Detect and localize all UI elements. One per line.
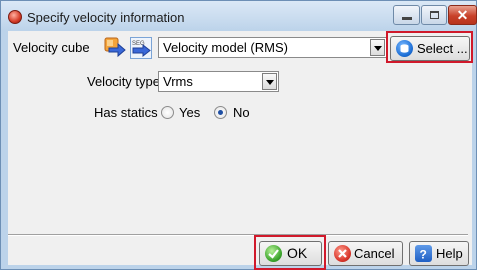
minimize-icon: [402, 17, 412, 20]
velocity-type-select[interactable]: Vrms: [158, 71, 279, 92]
velocity-cube-select[interactable]: Velocity model (RMS): [158, 37, 387, 58]
close-icon: ✕: [456, 7, 469, 23]
help-icon: ?: [415, 245, 432, 262]
title-bar[interactable]: Specify velocity information ✕: [1, 1, 477, 31]
statics-no-label[interactable]: No: [233, 105, 250, 120]
velocity-type-label: Velocity type: [87, 74, 160, 89]
select-highlight: [386, 31, 473, 63]
help-button[interactable]: ? Help: [409, 241, 469, 266]
statics-yes-radio[interactable]: [161, 106, 174, 119]
segy-icon: SEG: [132, 41, 151, 58]
velocity-cube-label: Velocity cube: [13, 40, 90, 55]
cancel-icon: [334, 245, 351, 262]
cancel-button[interactable]: Cancel: [328, 241, 403, 266]
help-button-label: Help: [436, 246, 463, 261]
segy-import-button[interactable]: SEG: [130, 37, 152, 59]
chevron-down-icon[interactable]: [262, 73, 277, 90]
close-button[interactable]: ✕: [448, 5, 477, 25]
statics-no-radio[interactable]: [214, 106, 227, 119]
load-arrow-icon: [104, 37, 126, 58]
velocity-cube-value: Velocity model (RMS): [163, 40, 288, 55]
app-icon: [8, 10, 22, 24]
maximize-button[interactable]: [421, 5, 447, 25]
has-statics-label: Has statics: [94, 105, 158, 120]
load-cube-button[interactable]: [104, 37, 126, 59]
statics-yes-label[interactable]: Yes: [179, 105, 200, 120]
chevron-down-icon[interactable]: [370, 39, 385, 56]
window-title: Specify velocity information: [27, 10, 185, 25]
minimize-button[interactable]: [393, 5, 420, 25]
maximize-icon: [430, 11, 439, 19]
ok-highlight: [254, 235, 326, 270]
dialog-body: Velocity cube SEG Velocity model (RMS) S…: [8, 31, 473, 270]
dialog-window: Specify velocity information ✕ Velocity …: [0, 0, 477, 270]
cancel-button-label: Cancel: [354, 246, 395, 261]
footer-separator: [8, 234, 468, 236]
svg-text:?: ?: [420, 248, 427, 262]
velocity-type-value: Vrms: [163, 74, 193, 89]
